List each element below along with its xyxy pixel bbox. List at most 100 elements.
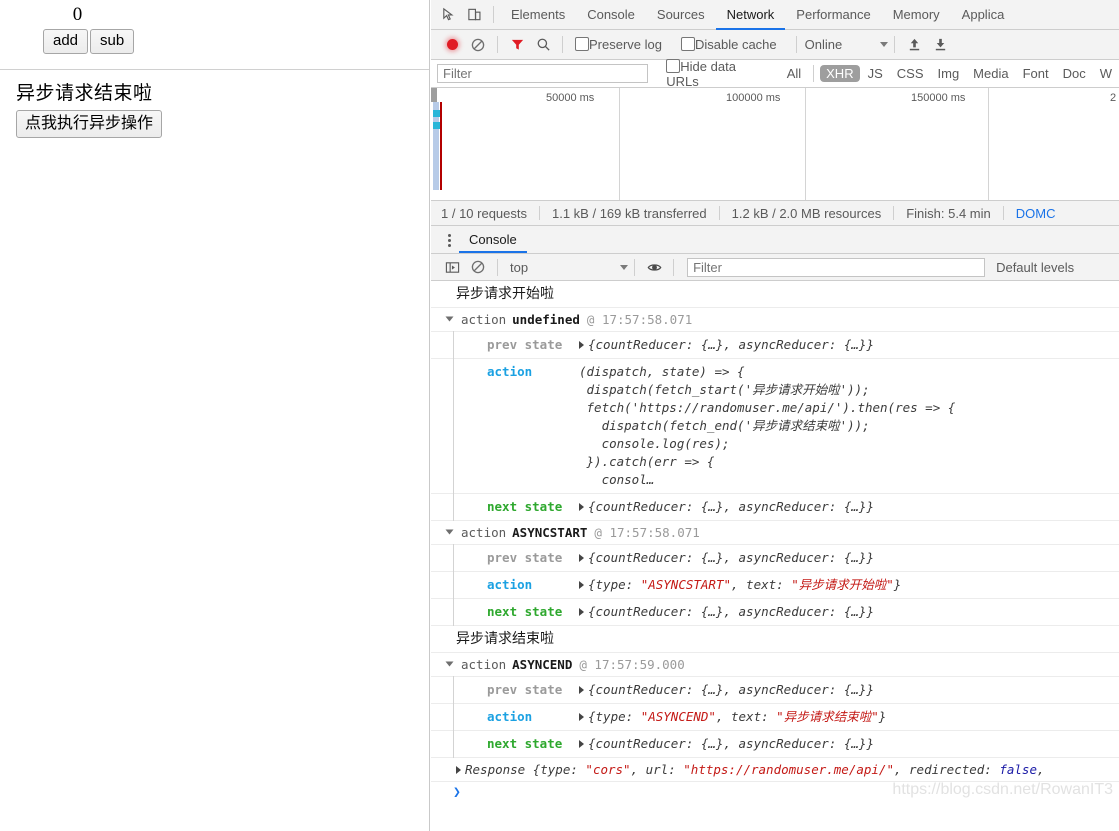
console-group-header[interactable]: action ASYNCEND @ 17:57:59.000 xyxy=(431,653,1119,677)
expand-triangle-icon[interactable] xyxy=(456,766,461,774)
expand-triangle-icon[interactable] xyxy=(445,661,454,667)
expand-triangle-icon[interactable] xyxy=(445,529,454,535)
finish-time: Finish: 5.4 min xyxy=(906,205,991,221)
waterfall-tick-4: 2 xyxy=(1110,92,1117,104)
console-group-header[interactable]: action undefined @ 17:57:58.071 xyxy=(431,308,1119,332)
inspect-element-icon[interactable] xyxy=(435,2,461,28)
filter-toggle-button[interactable] xyxy=(504,32,530,58)
execution-context-select[interactable]: top xyxy=(510,260,528,275)
disable-cache-label: Disable cache xyxy=(694,37,777,52)
clear-console-button[interactable] xyxy=(465,254,491,280)
screen-root: 0 add sub 异步请求结束啦 点我执行异步操作 Elements Cons… xyxy=(0,0,1119,831)
console-group-header[interactable]: action ASYNCSTART @ 17:57:58.071 xyxy=(431,521,1119,545)
async-action-button[interactable]: 点我执行异步操作 xyxy=(16,110,163,138)
next-state-value: {countReducer: {…}, asyncReducer: {…}} xyxy=(588,499,874,514)
expand-triangle-icon[interactable] xyxy=(579,740,584,748)
expand-triangle-icon[interactable] xyxy=(579,581,584,589)
type-filter-media[interactable]: Media xyxy=(967,65,1014,82)
import-har-button[interactable] xyxy=(901,32,927,58)
action-object-value: {type: "ASYNCSTART", text: "异步请求开始啦"} xyxy=(588,577,902,592)
type-filter-ws[interactable]: W xyxy=(1094,65,1118,82)
chevron-down-icon[interactable] xyxy=(620,264,629,270)
console-detail-row: next state {countReducer: {…}, asyncRedu… xyxy=(431,598,1119,626)
device-toolbar-icon[interactable] xyxy=(461,2,487,28)
next-state-label: next state xyxy=(487,499,563,514)
network-filter-bar: Hide data URLs All XHR JS CSS Img Media … xyxy=(431,58,1119,89)
export-har-button[interactable] xyxy=(927,32,953,58)
add-button[interactable]: add xyxy=(43,29,89,54)
search-button[interactable] xyxy=(530,32,556,58)
type-filter-all[interactable]: All xyxy=(781,65,807,82)
tab-memory[interactable]: Memory xyxy=(882,0,951,30)
type-filter-css[interactable]: CSS xyxy=(891,65,930,82)
expand-triangle-icon[interactable] xyxy=(579,503,584,511)
record-button[interactable] xyxy=(439,32,465,58)
hide-data-urls-toggle[interactable]: Hide data URLs xyxy=(666,58,771,89)
next-state-label: next state xyxy=(487,604,563,619)
type-filter-img[interactable]: Img xyxy=(932,65,966,82)
waterfall-column xyxy=(619,88,806,200)
tab-application[interactable]: Applica xyxy=(951,0,1016,30)
expand-triangle-icon[interactable] xyxy=(579,608,584,616)
expand-triangle-icon[interactable] xyxy=(579,686,584,694)
tab-network[interactable]: Network xyxy=(715,0,786,30)
preserve-log-toggle[interactable]: Preserve log xyxy=(575,37,662,52)
hide-data-urls-checkbox[interactable] xyxy=(666,58,681,73)
counter-value: 0 xyxy=(72,4,83,25)
waterfall-tick-2: 100000 ms xyxy=(726,92,781,104)
clear-network-button[interactable] xyxy=(465,32,491,58)
group-word: action xyxy=(461,312,507,327)
eye-icon xyxy=(647,263,661,271)
prev-state-label: prev state xyxy=(487,682,563,697)
preserve-log-checkbox[interactable] xyxy=(575,37,589,51)
next-state-value: {countReducer: {…}, asyncReducer: {…}} xyxy=(588,604,874,619)
status-divider xyxy=(893,206,895,220)
disable-cache-toggle[interactable]: Disable cache xyxy=(680,37,777,52)
status-divider xyxy=(539,206,540,220)
chevron-down-icon[interactable] xyxy=(880,42,889,47)
toolbar-divider xyxy=(497,36,498,53)
expand-triangle-icon[interactable] xyxy=(445,316,454,322)
network-toolbar: Preserve log Disable cache Online xyxy=(431,30,1119,60)
waterfall-column xyxy=(431,88,620,200)
web-page-pane: 0 add sub 异步请求结束啦 点我执行异步操作 xyxy=(0,0,430,831)
expand-triangle-icon[interactable] xyxy=(579,554,584,562)
console-message-text: 异步请求开始啦 xyxy=(456,286,554,302)
tab-performance[interactable]: Performance xyxy=(785,0,881,30)
throttling-select[interactable]: Online xyxy=(805,37,843,52)
tab-elements[interactable]: Elements xyxy=(500,0,576,30)
tab-sources[interactable]: Sources xyxy=(646,0,716,30)
expand-triangle-icon[interactable] xyxy=(579,341,584,349)
group-action-name: undefined xyxy=(512,312,580,327)
type-filter-js[interactable]: JS xyxy=(862,65,889,82)
action-label: action xyxy=(487,709,533,724)
console-log-list[interactable]: 异步请求开始啦 action undefined @ 17:57:58.071 … xyxy=(431,281,1119,821)
sub-button[interactable]: sub xyxy=(90,29,135,54)
prev-state-label: prev state xyxy=(487,337,563,352)
console-toolbar: top Default levels xyxy=(431,254,1119,281)
toolbar-divider xyxy=(813,65,815,82)
type-filter-doc[interactable]: Doc xyxy=(1057,65,1092,82)
console-detail-row: action (dispatch, state) => { dispatch(f… xyxy=(431,358,1119,494)
toolbar-divider xyxy=(493,6,494,23)
log-levels-select[interactable]: Default levels xyxy=(996,260,1074,275)
network-filter-input[interactable] xyxy=(437,64,649,83)
console-message-row: 异步请求结束啦 xyxy=(431,626,1119,653)
type-filter-xhr[interactable]: XHR xyxy=(820,65,860,82)
console-sidebar-button[interactable] xyxy=(439,254,465,280)
console-filter-input[interactable] xyxy=(687,257,986,277)
waterfall-drag-handle[interactable] xyxy=(431,88,437,102)
console-detail-row: prev state {countReducer: {…}, asyncRedu… xyxy=(431,331,1119,359)
disable-cache-checkbox[interactable] xyxy=(680,37,695,51)
console-prompt[interactable]: ❯ xyxy=(431,782,1119,803)
expand-triangle-icon[interactable] xyxy=(579,713,584,721)
next-state-value: {countReducer: {…}, asyncReducer: {…}} xyxy=(588,736,874,751)
drawer-tabbar: Console xyxy=(431,226,1119,254)
tab-console[interactable]: Console xyxy=(576,0,646,30)
network-waterfall[interactable]: 50000 ms 100000 ms 150000 ms 2 xyxy=(431,88,1119,201)
drawer-tab-console[interactable]: Console xyxy=(459,226,527,253)
more-options-icon[interactable] xyxy=(439,227,459,253)
status-divider xyxy=(1002,206,1004,220)
live-expression-button[interactable] xyxy=(641,254,667,280)
type-filter-font[interactable]: Font xyxy=(1017,65,1055,82)
